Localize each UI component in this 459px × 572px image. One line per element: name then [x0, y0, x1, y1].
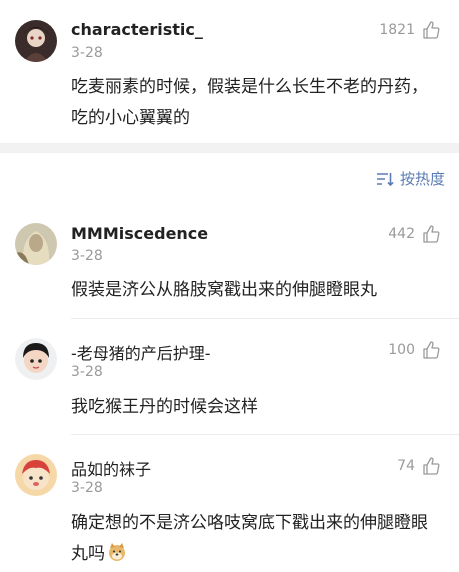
comment-text: 我吃猴王丹的时候会这样	[71, 397, 258, 417]
thumbs-up-icon	[423, 21, 440, 39]
like-button[interactable]: 74	[397, 456, 441, 476]
like-button[interactable]: 1821	[379, 20, 441, 40]
comment-text: 吃麦丽素的时候，假装是什么长生不老的丹药，吃的小心翼翼的	[71, 77, 428, 128]
like-button[interactable]: 442	[388, 224, 441, 244]
sort-button[interactable]: 按热度	[376, 168, 445, 189]
comment-separator	[71, 318, 459, 319]
avatar[interactable]	[15, 223, 57, 265]
comment-separator	[71, 434, 459, 435]
doge-emoji-icon	[109, 543, 125, 561]
username[interactable]: -老母猪的产后护理-	[71, 340, 211, 364]
comment-date: 3-28	[71, 45, 103, 61]
thumbs-up-icon	[423, 341, 440, 359]
sort-label: 按热度	[399, 170, 445, 188]
like-count: 74	[397, 458, 415, 474]
like-button[interactable]: 100	[388, 340, 441, 360]
comment-date: 3-28	[71, 480, 103, 496]
thumbs-up-icon	[423, 225, 440, 243]
avatar[interactable]	[15, 454, 57, 496]
comment-date: 3-28	[71, 248, 103, 264]
like-count: 1821	[379, 22, 415, 38]
sort-icon	[376, 172, 394, 186]
comment-text: 确定想的不是济公咯吱窝底下戳出来的伸腿瞪眼丸吗	[71, 508, 441, 570]
comment-item: characteristic_ 3-28 1821 吃麦丽素的时候，假装是什么长…	[0, 0, 459, 142]
comment-date: 3-28	[71, 364, 103, 380]
like-count: 442	[388, 226, 415, 242]
username[interactable]: MMMiscedence	[71, 224, 208, 243]
section-divider	[0, 143, 459, 153]
like-count: 100	[388, 342, 415, 358]
username[interactable]: characteristic_	[71, 20, 203, 39]
thumbs-up-icon	[423, 457, 440, 475]
comment-text: 假装是济公从胳肢窝戳出来的伸腿瞪眼丸	[71, 280, 377, 300]
avatar[interactable]	[15, 338, 57, 380]
avatar[interactable]	[15, 20, 57, 62]
username[interactable]: 品如的袜子	[71, 456, 151, 480]
